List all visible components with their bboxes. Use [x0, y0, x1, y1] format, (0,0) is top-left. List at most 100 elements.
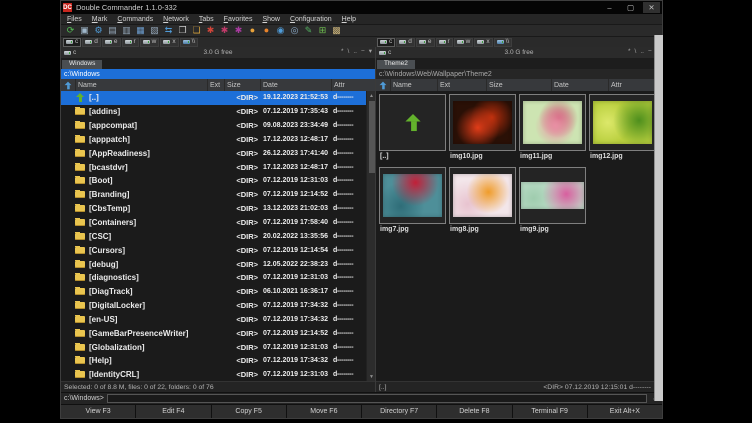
menu-files[interactable]: Files [67, 16, 82, 23]
fn-view-f3[interactable]: View F3 [61, 405, 135, 418]
column-header-size[interactable]: Size [486, 79, 551, 91]
column-header-ext[interactable]: Ext [437, 79, 486, 91]
scrollbar-thumb[interactable] [369, 101, 375, 173]
file-row[interactable]: [CbsTemp]<DIR>13.12.2023 21:02:03d------… [61, 202, 366, 216]
menu-mark[interactable]: Mark [92, 16, 108, 23]
file-row[interactable]: [..]<DIR>19.12.2023 21:52:53d-------- [61, 91, 366, 105]
scroll-up-icon[interactable]: ▲ [367, 91, 375, 100]
file-row[interactable]: [CSC]<DIR>20.02.2022 13:35:56d-------- [61, 229, 366, 243]
minimize-button[interactable]: – [601, 2, 618, 13]
menu-show[interactable]: Show [262, 16, 280, 23]
column-header-date[interactable]: Date [551, 79, 608, 91]
thumbnail-item[interactable]: [..] [379, 94, 447, 167]
menu-tabs[interactable]: Tabs [199, 16, 214, 23]
sync-dirs-icon[interactable]: ● [247, 25, 258, 36]
quick-view-icon[interactable]: ◎ [289, 25, 300, 36]
file-row[interactable]: [IdentityCRL]<DIR>07.12.2019 12:31:03d--… [61, 368, 366, 381]
compare-dirs-icon[interactable]: ● [261, 25, 272, 36]
file-row[interactable]: [DigitalLocker]<DIR>07.12.2019 17:34:32d… [61, 299, 366, 313]
full-view-icon[interactable]: ▥ [121, 25, 132, 36]
extract-icon[interactable]: ✱ [233, 25, 244, 36]
find-files-icon[interactable]: ◉ [275, 25, 286, 36]
drive-button-r[interactable]: r [122, 38, 139, 47]
drive-button-d[interactable]: d [82, 38, 101, 47]
copy-files-icon[interactable]: ❐ [177, 25, 188, 36]
drive-button-r[interactable]: r [436, 38, 453, 47]
thumbnail-item[interactable]: img8.jpg [449, 167, 517, 240]
options-icon[interactable]: ⚙ [93, 25, 104, 36]
network-button[interactable]: \\ [494, 38, 513, 47]
menu-configuration[interactable]: Configuration [290, 16, 332, 23]
left-scrollbar[interactable]: ▲ ▼ [366, 91, 375, 381]
thumbnail-item[interactable]: img7.jpg [379, 167, 447, 240]
star-button[interactable]: * [628, 49, 631, 56]
show-terminal-icon[interactable]: ▣ [79, 25, 90, 36]
menu-commands[interactable]: Commands [117, 16, 153, 23]
file-row[interactable]: [Cursors]<DIR>07.12.2019 12:14:54d------… [61, 243, 366, 257]
drive-button-d[interactable]: d [396, 38, 415, 47]
column-header-date[interactable]: Date [260, 79, 331, 91]
root-dir-button[interactable]: \ [635, 49, 637, 56]
right-path-bar[interactable]: c:\Windows\Web\Wallpaper\Theme2 [376, 69, 662, 79]
tab-windows[interactable]: Windows [62, 60, 102, 70]
column-header-size[interactable]: Size [224, 79, 260, 91]
flat-view-icon[interactable]: ▧ [149, 25, 160, 36]
file-row[interactable]: [bcastdvr]<DIR>17.12.2023 12:48:17d-----… [61, 160, 366, 174]
menu-favorites[interactable]: Favorites [224, 16, 253, 23]
file-row[interactable]: [debug]<DIR>12.05.2022 22:38:23d-------- [61, 257, 366, 271]
file-row[interactable]: [DiagTrack]<DIR>06.10.2021 16:36:17d----… [61, 285, 366, 299]
column-header-name[interactable]: Name [75, 79, 207, 91]
drive-button-e[interactable]: e [416, 38, 435, 47]
file-row[interactable]: [en-US]<DIR>07.12.2019 17:34:32d-------- [61, 313, 366, 327]
fn-delete-f8[interactable]: Delete F8 [437, 405, 511, 418]
network-button[interactable]: \\ [180, 38, 199, 47]
parent-dir-button[interactable]: .. [353, 49, 357, 56]
fn-move-f6[interactable]: Move F6 [287, 405, 361, 418]
file-row[interactable]: [GameBarPresenceWriter]<DIR>07.12.2019 1… [61, 326, 366, 340]
menu-help[interactable]: Help [342, 16, 356, 23]
file-row[interactable]: [apppatch]<DIR>17.12.2023 12:48:17d-----… [61, 133, 366, 147]
new-file-icon[interactable]: ⊞ [317, 25, 328, 36]
drive-button-e[interactable]: e [102, 38, 121, 47]
file-row[interactable]: [Help]<DIR>07.12.2019 17:34:32d-------- [61, 354, 366, 368]
minus-button[interactable]: − [648, 49, 652, 56]
thumbnail-item[interactable]: img11.jpg [519, 94, 587, 167]
drive-button-c[interactable]: c [377, 38, 395, 47]
column-header-name[interactable]: Name [390, 79, 437, 91]
fn-copy-f5[interactable]: Copy F5 [212, 405, 286, 418]
drive-button-w[interactable]: w [140, 38, 160, 47]
maximize-button[interactable]: ▢ [622, 2, 639, 13]
drive-button-w[interactable]: w [454, 38, 474, 47]
command-input[interactable] [107, 394, 647, 403]
tab-theme2[interactable]: Theme2 [377, 60, 415, 70]
file-row[interactable]: [addins]<DIR>07.12.2019 17:35:43d-------… [61, 105, 366, 119]
file-row[interactable]: [Boot]<DIR>07.12.2019 12:31:03d-------- [61, 174, 366, 188]
fn-terminal-f9[interactable]: Terminal F9 [513, 405, 587, 418]
fn-exit-alt-x[interactable]: Exit Alt+X [588, 405, 662, 418]
fn-edit-f4[interactable]: Edit F4 [136, 405, 210, 418]
brief-view-icon[interactable]: ▤ [107, 25, 118, 36]
right-drive-selector[interactable]: c [379, 49, 391, 56]
fn-directory-f7[interactable]: Directory F7 [362, 405, 436, 418]
right-pane-scrollbar[interactable] [654, 35, 663, 401]
star-button[interactable]: * [341, 49, 344, 56]
drive-button-x[interactable]: x [160, 38, 178, 47]
file-row[interactable]: [Containers]<DIR>07.12.2019 17:58:40d---… [61, 216, 366, 230]
history-dropdown-icon[interactable]: ▾ [369, 49, 372, 56]
swap-panels-icon[interactable]: ⇆ [163, 25, 174, 36]
drive-button-c[interactable]: c [63, 38, 81, 47]
root-dir-button[interactable]: \ [348, 49, 350, 56]
column-header-attr[interactable]: Attr [331, 79, 375, 91]
file-row[interactable]: [diagnostics]<DIR>07.12.2019 12:31:03d--… [61, 271, 366, 285]
pack-icon[interactable]: ✱ [219, 25, 230, 36]
thumbnail-item[interactable]: img12.jpg [589, 94, 657, 167]
move-files-icon[interactable]: ❏ [191, 25, 202, 36]
sort-column-header[interactable] [61, 79, 75, 91]
file-row[interactable]: [Globalization]<DIR>07.12.2019 12:31:03d… [61, 340, 366, 354]
paste-icon[interactable]: ▩ [331, 25, 342, 36]
left-drive-selector[interactable]: c [64, 49, 76, 56]
close-button[interactable]: ✕ [643, 2, 660, 13]
parent-dir-button[interactable]: .. [640, 49, 644, 56]
drive-button-x[interactable]: x [474, 38, 492, 47]
left-path-bar[interactable]: c:\Windows [61, 69, 375, 79]
